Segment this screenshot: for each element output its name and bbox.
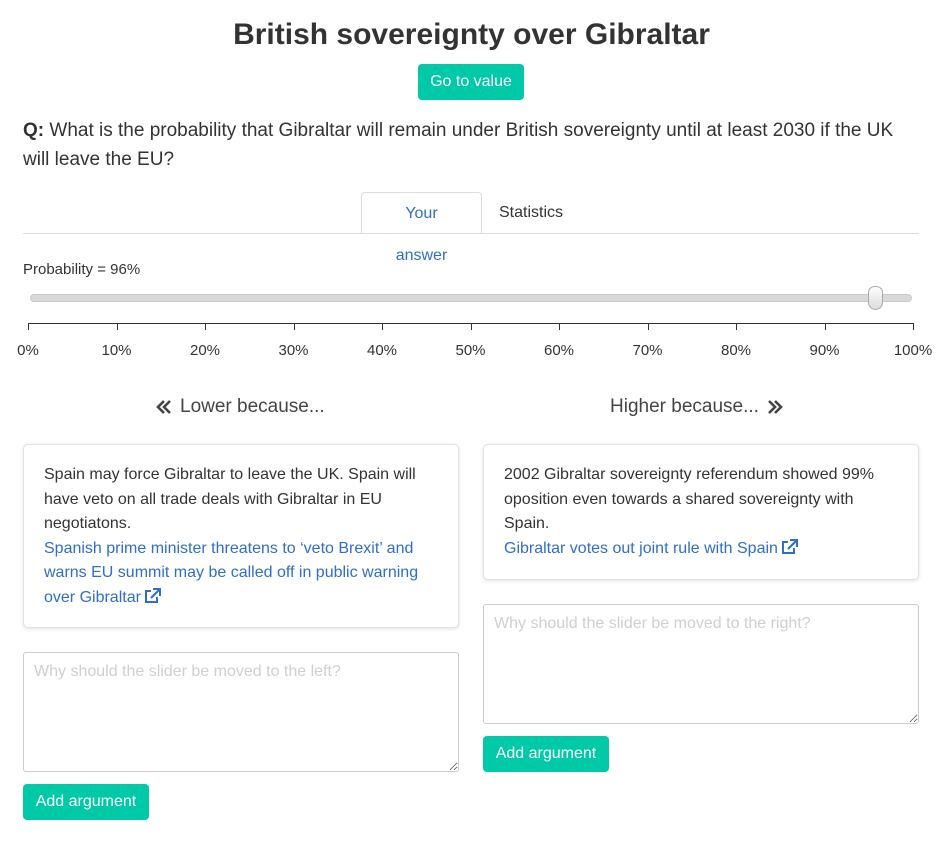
axis-tick — [647, 323, 649, 330]
axis-tick — [116, 323, 118, 330]
axis-tick-label: 10% — [101, 342, 132, 359]
axis-tick — [382, 323, 383, 330]
question-text: What is the probability that Gibraltar w… — [23, 120, 894, 170]
question-prefix: Q: — [23, 120, 45, 141]
higher-argument-text: 2002 Gibraltar sovereignty referendum sh… — [504, 466, 874, 532]
axis-tick-label: 60% — [543, 342, 575, 359]
higher-add-argument-button[interactable]: Add argument — [483, 736, 609, 772]
axis-tick-label: 30% — [278, 342, 309, 359]
tab-statistics[interactable]: Statistics — [483, 192, 579, 234]
axis-tick-label: 70% — [632, 342, 663, 359]
axis-tick-label: 80% — [720, 342, 752, 359]
lower-argument-link[interactable]: Spanish prime minister threatens to ‘vet… — [44, 540, 418, 606]
axis-tick — [559, 323, 560, 330]
axis-tick-label: 90% — [809, 342, 840, 359]
axis-tick-label: 0% — [17, 342, 39, 359]
tab-your-answer[interactable]: Your answer — [361, 192, 482, 264]
lower-argument-link-text: Spanish prime minister threatens to ‘vet… — [44, 539, 419, 606]
higher-argument-input[interactable] — [483, 604, 919, 724]
external-link-icon — [781, 538, 798, 564]
axis-tick — [28, 323, 29, 330]
higher-argument-card: 2002 Gibraltar sovereignty referendum sh… — [483, 444, 919, 580]
axis-tick — [913, 323, 914, 330]
higher-heading: Higher because... — [610, 396, 783, 418]
lower-heading: Lower because... — [156, 396, 325, 418]
axis-tick — [824, 323, 826, 330]
axis-tick — [293, 323, 295, 330]
axis-tick-label: 100% — [893, 342, 933, 359]
double-chevron-left-icon — [156, 400, 172, 414]
lower-argument-input[interactable] — [23, 652, 459, 772]
page-title: British sovereignty over Gibraltar — [233, 18, 710, 51]
higher-heading-label: Higher because... — [610, 396, 759, 417]
tabs-divider — [23, 233, 919, 234]
axis-tick-label: 20% — [189, 342, 221, 359]
double-chevron-right-icon — [767, 400, 783, 414]
lower-heading-label: Lower because... — [180, 396, 325, 417]
axis-tick — [205, 323, 206, 330]
axis-tick — [736, 323, 737, 330]
go-to-value-button[interactable]: Go to value — [418, 64, 524, 100]
external-link-icon — [144, 587, 161, 613]
probability-slider-handle[interactable] — [867, 286, 883, 310]
question: Q: What is the probability that Gibralta… — [23, 116, 923, 174]
axis-tick-label: 40% — [366, 342, 398, 359]
higher-argument-link-text: Gibraltar votes out joint rule with Spai… — [504, 539, 778, 557]
lower-argument-text: Spain may force Gibraltar to leave the U… — [44, 466, 416, 532]
probability-slider-track[interactable] — [30, 294, 912, 302]
lower-argument-card: Spain may force Gibraltar to leave the U… — [23, 444, 459, 628]
axis-tick — [470, 323, 472, 330]
higher-argument-link[interactable]: Gibraltar votes out joint rule with Spai… — [504, 538, 798, 557]
probability-label: Probability = 96% — [23, 261, 141, 278]
lower-add-argument-button[interactable]: Add argument — [23, 784, 149, 820]
axis-tick-label: 50% — [455, 342, 486, 359]
